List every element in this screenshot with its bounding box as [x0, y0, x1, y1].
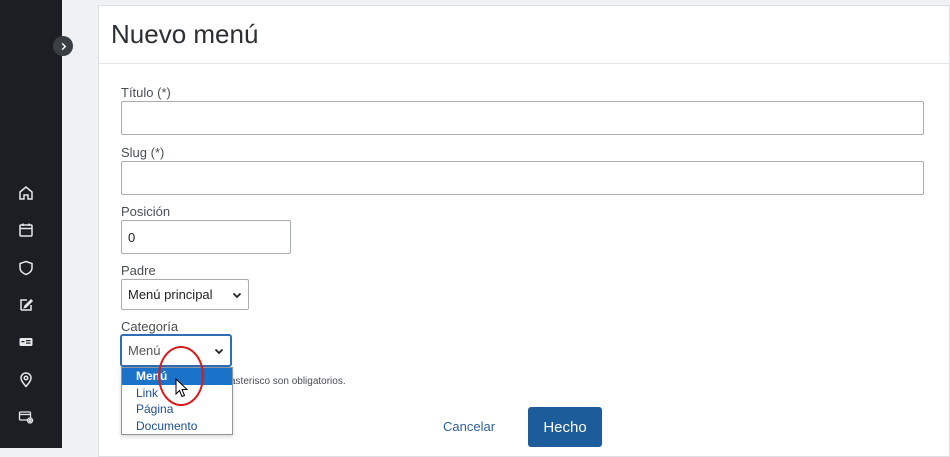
titulo-label: Título (*) — [121, 85, 171, 100]
shield-icon[interactable] — [17, 259, 35, 277]
padre-label: Padre — [121, 263, 156, 278]
padre-select[interactable]: Menú principal — [121, 279, 249, 310]
home-icon[interactable] — [17, 184, 35, 202]
categoria-label: Categoría — [121, 319, 179, 334]
edit-icon[interactable] — [17, 296, 35, 314]
page-title: Nuevo menú — [111, 19, 259, 49]
posicion-input[interactable]: 0 — [121, 220, 291, 254]
panel-header: Nuevo menú — [99, 6, 949, 64]
titulo-input[interactable] — [121, 101, 924, 135]
chevron-down-icon — [232, 292, 242, 298]
slug-input[interactable] — [121, 161, 924, 195]
done-button[interactable]: Hecho — [528, 407, 602, 447]
location-icon[interactable] — [17, 371, 35, 389]
posicion-label: Posición — [121, 204, 171, 219]
ticket-icon[interactable] — [17, 333, 35, 351]
mouse-pointer-icon — [175, 378, 189, 398]
slug-label: Slug (*) — [121, 145, 165, 160]
required-note: asterisco son obligatorios. — [230, 376, 346, 387]
calendar-icon[interactable] — [17, 221, 35, 239]
chevron-down-icon — [214, 348, 224, 354]
padre-select-value: Menú principal — [128, 287, 213, 302]
categoria-select-value: Menú — [128, 343, 161, 358]
settings-card-icon[interactable] — [17, 408, 35, 426]
chevron-right-icon — [61, 42, 66, 50]
sidebar-toggle-button[interactable] — [53, 36, 73, 56]
dropdown-option-documento[interactable]: Documento — [122, 418, 232, 435]
cancel-button[interactable]: Cancelar — [443, 419, 495, 434]
sidebar — [0, 0, 62, 448]
